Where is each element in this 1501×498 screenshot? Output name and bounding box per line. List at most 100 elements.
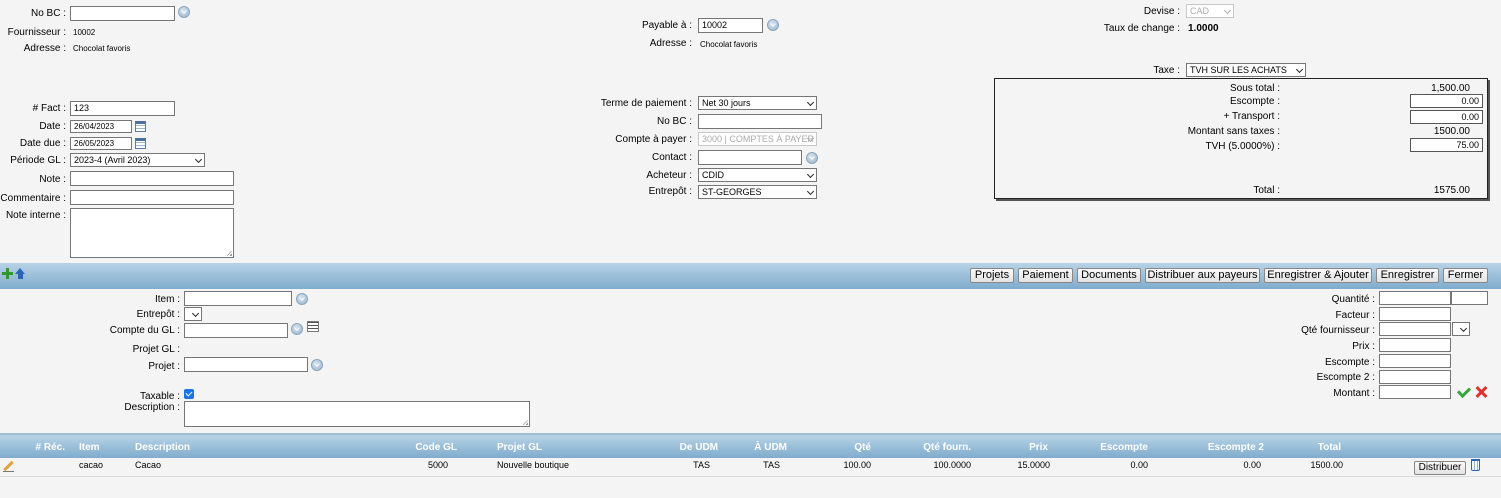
cancel-x-icon[interactable] xyxy=(1475,385,1488,399)
fournisseur-label: Fournisseur : xyxy=(7,27,66,38)
commentaire-input[interactable] xyxy=(70,190,234,205)
compte-gl-label: Compte du GL : xyxy=(109,325,180,336)
item-input[interactable] xyxy=(184,291,292,306)
col-header-qte-fourn[interactable]: Qté fourn. xyxy=(900,442,971,453)
montant-label: Montant : xyxy=(1333,388,1375,399)
taxe-select[interactable]: TVH SUR LES ACHATS xyxy=(1186,63,1306,77)
add-line-icon[interactable] xyxy=(2,268,13,279)
enregistrer-ajouter-button[interactable]: Enregistrer & Ajouter xyxy=(1264,268,1372,283)
contact-label: Contact : xyxy=(651,152,692,163)
no-bc-input[interactable] xyxy=(70,6,175,21)
date-input[interactable]: 26/04/2023 xyxy=(70,120,132,133)
cell-escompte: 0.00 xyxy=(1130,460,1148,470)
col-header-escompte[interactable]: Escompte xyxy=(1080,442,1148,453)
cell-qte-fourn: 100.0000 xyxy=(933,460,971,470)
description-textarea[interactable] xyxy=(184,401,530,427)
note-input[interactable] xyxy=(70,171,234,186)
line-escompte-label: Escompte : xyxy=(1324,357,1375,368)
escompte-input[interactable]: 0.00 xyxy=(1410,94,1483,108)
cell-qte: 100.00 xyxy=(843,460,871,470)
cell-escompte2: 0.00 xyxy=(1243,460,1261,470)
total-value: 1575.00 xyxy=(1433,185,1470,196)
montant-input[interactable] xyxy=(1379,385,1451,399)
col-header-total[interactable]: Total xyxy=(1280,442,1341,453)
date-due-label: Date due : xyxy=(19,138,66,149)
acheteur-select[interactable]: CDID xyxy=(698,168,817,182)
notes-icon[interactable] xyxy=(307,321,319,332)
totals-panel: Sous total : 1,500.00 Escompte : 0.00 + … xyxy=(994,78,1488,199)
compte-gl-lookup-icon[interactable] xyxy=(291,323,303,335)
line-escompte-input[interactable] xyxy=(1379,354,1451,368)
compte-payer-label: Compte à payer : xyxy=(615,134,692,145)
escompte2-input[interactable] xyxy=(1379,370,1451,384)
prix-input[interactable] xyxy=(1379,338,1451,352)
col-header-prix[interactable]: Prix xyxy=(990,442,1048,453)
payable-input[interactable]: 10002 xyxy=(698,18,763,33)
documents-button[interactable]: Documents xyxy=(1077,268,1141,283)
fact-input[interactable]: 123 xyxy=(70,101,175,116)
date-due-input[interactable]: 26/05/2023 xyxy=(70,137,132,150)
col-header-code-gl[interactable]: Code GL xyxy=(400,442,457,453)
col-header-projet-gl[interactable]: Projet GL xyxy=(497,442,542,453)
paiement-button[interactable]: Paiement xyxy=(1018,268,1073,283)
projet-lookup-icon[interactable] xyxy=(311,359,323,371)
devise-select[interactable]: CAD xyxy=(1186,4,1234,18)
col-header-item[interactable]: Item xyxy=(79,442,100,453)
montant-sans-taxes-label: Montant sans taxes : xyxy=(1187,126,1280,137)
tvh-input[interactable]: 75.00 xyxy=(1410,138,1483,152)
confirm-check-icon[interactable] xyxy=(1456,383,1472,399)
note-label: Note : xyxy=(39,174,66,185)
projets-button[interactable]: Projets xyxy=(970,268,1014,283)
distribuer-payeurs-button[interactable]: Distribuer aux payeurs xyxy=(1145,268,1260,283)
cell-a-udm: TAS xyxy=(763,460,780,470)
sous-total-value: 1,500.00 xyxy=(1431,83,1470,94)
quantite-input[interactable] xyxy=(1379,291,1451,305)
delete-trash-icon[interactable] xyxy=(1471,459,1480,471)
qte-fourn-select[interactable] xyxy=(1452,322,1470,336)
item-lookup-icon[interactable] xyxy=(296,293,308,305)
escompte2-label: Escompte 2 : xyxy=(1316,372,1375,383)
projet-input[interactable] xyxy=(184,357,308,372)
projet-label: Projet : xyxy=(148,361,180,372)
col-header-qte[interactable]: Qté xyxy=(820,442,871,453)
terme-select[interactable]: Net 30 jours xyxy=(698,96,817,110)
payable-lookup-icon[interactable] xyxy=(767,19,779,31)
line-entrepot-label: Entrepôt : xyxy=(136,309,180,320)
line-entrepot-select[interactable] xyxy=(184,307,202,321)
quantite-extra-input[interactable] xyxy=(1451,291,1488,305)
contact-lookup-icon[interactable] xyxy=(806,152,818,164)
qte-fourn-label: Qté fournisseur : xyxy=(1301,325,1375,336)
distribuer-button[interactable]: Distribuer xyxy=(1414,461,1466,475)
no-bc2-input[interactable] xyxy=(698,114,822,129)
compte-gl-input[interactable] xyxy=(184,323,288,338)
transport-input[interactable]: 0.00 xyxy=(1410,110,1483,124)
facteur-label: Facteur : xyxy=(1335,310,1375,321)
tvh-label: TVH (5.0000%) : xyxy=(1205,141,1280,152)
calendar-icon[interactable] xyxy=(135,121,146,132)
col-header-description[interactable]: Description xyxy=(135,442,190,453)
edit-pencil-icon[interactable] xyxy=(3,460,14,472)
qte-fourn-input[interactable] xyxy=(1379,322,1451,336)
col-header-rec[interactable]: # Réc. xyxy=(20,442,65,453)
facteur-input[interactable] xyxy=(1379,307,1451,321)
fermer-button[interactable]: Fermer xyxy=(1443,268,1488,283)
cell-projet-gl: Nouvelle boutique xyxy=(497,460,570,470)
no-bc-lookup-icon[interactable] xyxy=(178,6,190,18)
contact-input[interactable] xyxy=(698,150,802,165)
col-header-a-udm[interactable]: À UDM xyxy=(740,442,787,453)
quantite-label: Quantité : xyxy=(1331,294,1375,305)
note-interne-textarea[interactable] xyxy=(70,208,234,258)
entrepot-select[interactable]: ST-GEORGES xyxy=(698,185,817,199)
enregistrer-button[interactable]: Enregistrer xyxy=(1376,268,1439,283)
move-up-icon[interactable] xyxy=(15,268,26,279)
periode-select[interactable]: 2023-4 (Avril 2023) xyxy=(70,153,205,167)
date-label: Date : xyxy=(39,121,66,132)
col-header-escompte2[interactable]: Escompte 2 xyxy=(1180,442,1264,453)
item-label: Item : xyxy=(154,294,180,305)
acheteur-label: Acheteur : xyxy=(646,170,692,181)
calendar-icon[interactable] xyxy=(135,138,146,149)
taxable-checkbox[interactable] xyxy=(184,389,194,399)
taxe-label: Taxe : xyxy=(1153,65,1180,76)
col-header-de-udm[interactable]: De UDM xyxy=(660,442,718,453)
compte-payer-select[interactable]: 3000 | COMPTES À PAYER xyxy=(698,132,817,146)
